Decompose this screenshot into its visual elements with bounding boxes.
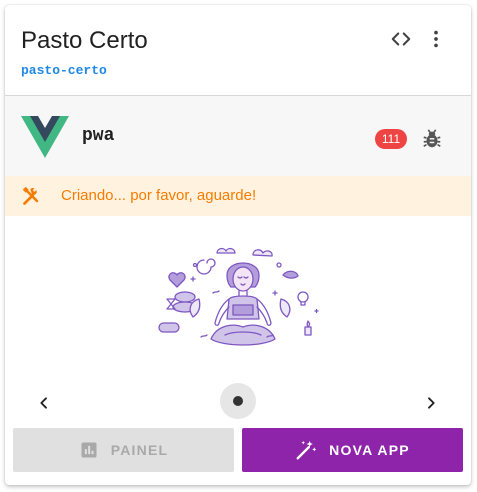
- chevron-left-icon: [40, 397, 47, 409]
- vue-logo-icon: [21, 116, 69, 158]
- status-message: Criando... por favor, aguarde!: [61, 187, 257, 204]
- painel-button-label: PAINEL: [110, 442, 169, 458]
- carousel-prev-button[interactable]: [29, 388, 59, 418]
- painel-button[interactable]: PAINEL: [13, 428, 234, 472]
- nova-app-button[interactable]: NOVA APP: [242, 428, 463, 472]
- nova-app-button-label: NOVA APP: [329, 442, 410, 458]
- status-alert: Criando... por favor, aguarde!: [5, 176, 471, 216]
- bug-icon[interactable]: [418, 125, 446, 153]
- card-header: Pasto Certo pasto-certo: [5, 5, 471, 95]
- code-icon[interactable]: [387, 25, 415, 53]
- app-card: Pasto Certo pasto-certo pwa 111 Criando.…: [5, 5, 471, 485]
- magic-wand-icon: [296, 440, 317, 460]
- app-title: Pasto Certo: [21, 27, 148, 54]
- count-badge: 111: [375, 129, 407, 149]
- more-vert-icon[interactable]: [422, 25, 450, 53]
- chart-icon: [81, 442, 97, 458]
- carousel-indicator[interactable]: [220, 383, 256, 419]
- tools-icon: [22, 186, 39, 205]
- meditation-illustration: [158, 247, 319, 346]
- carousel-dot: [233, 396, 243, 406]
- carousel-next-button[interactable]: [416, 388, 446, 418]
- project-row: pwa 111: [5, 96, 471, 176]
- app-slug: pasto-certo: [21, 63, 107, 78]
- chevron-right-icon: [428, 397, 435, 409]
- project-name: pwa: [82, 126, 115, 146]
